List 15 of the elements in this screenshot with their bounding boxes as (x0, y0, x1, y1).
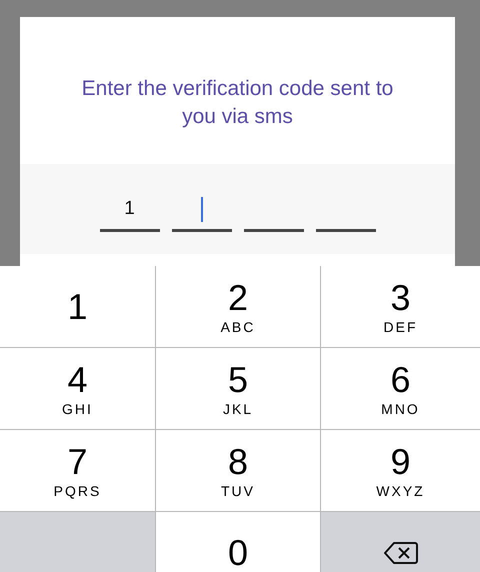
backspace-icon (384, 540, 418, 564)
keypad-key[interactable]: 6 MNO (321, 348, 480, 429)
keypad-key[interactable]: 4 GHI (0, 348, 155, 429)
delete-key[interactable] (321, 512, 480, 572)
keypad-key[interactable]: 5 JKL (156, 348, 320, 429)
keypad-key[interactable]: 1 (0, 266, 155, 347)
dialog-title: Enter the verification code sent to you via sms (80, 76, 394, 130)
keypad-key[interactable]: 8 TUV (156, 430, 320, 511)
keypad-key[interactable]: 0 (156, 512, 320, 572)
keypad-key[interactable]: 7 PQRS (0, 430, 155, 511)
keypad-key[interactable]: 9 WXYZ (321, 430, 480, 511)
code-digit-field[interactable]: 1 (100, 189, 160, 232)
keypad-key[interactable]: 2 ABC (156, 266, 320, 347)
keypad-key[interactable]: 3 DEF (321, 266, 480, 347)
text-cursor (200, 196, 202, 222)
